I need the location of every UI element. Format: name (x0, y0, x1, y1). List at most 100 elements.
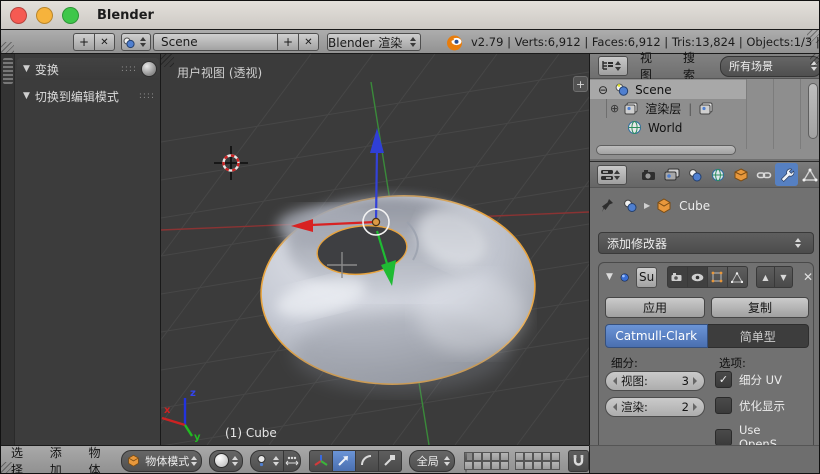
viewport-visibility-toggle[interactable] (688, 266, 708, 288)
subdivide-uv-checkbox[interactable]: ✓ 细分 UV (715, 371, 782, 388)
minimize-window-icon[interactable] (36, 7, 53, 24)
blender-window: Blender + ✕ Scene + ✕ Blender 渲染 v2.79 |… (0, 0, 820, 474)
menu-add[interactable]: 添加 (50, 444, 69, 474)
tab-render[interactable] (637, 163, 660, 186)
properties-editor-type-button[interactable] (597, 165, 627, 185)
mode-select[interactable]: 物体模式 (121, 450, 201, 472)
panel-expand-icon[interactable]: ▼ (23, 64, 30, 74)
move-modifier-up-button[interactable]: ▲ (756, 266, 775, 288)
open-properties-region-button[interactable]: + (573, 76, 588, 92)
tab-world[interactable] (706, 163, 729, 186)
tab-object[interactable] (729, 163, 752, 186)
render-subdivisions-field[interactable]: 渲染: 2 (605, 397, 705, 417)
tool-shelf-tab-strip[interactable] (1, 54, 15, 445)
transform-orientation-select[interactable]: 全局 (409, 450, 456, 472)
increment-arrow-icon[interactable] (693, 403, 697, 411)
add-screen-button[interactable]: + (73, 33, 94, 51)
window-resize-grip[interactable] (807, 30, 820, 43)
scene-icon (122, 36, 135, 49)
optimal-display-checkbox[interactable]: 优化显示 (715, 397, 785, 414)
panel-drag-grip[interactable]: :::: (139, 91, 155, 101)
layers-group-1[interactable] (464, 452, 509, 470)
layers-group-2[interactable] (515, 452, 560, 470)
tab-object-data[interactable] (798, 163, 820, 186)
rotate-manipulator-button[interactable] (356, 450, 379, 472)
panel-pin-ball-icon[interactable] (141, 61, 157, 77)
delete-scene-button[interactable]: ✕ (298, 33, 319, 51)
dropdown-arrows-icon (615, 61, 621, 71)
delete-modifier-button[interactable]: ✕ (803, 270, 813, 284)
render-visibility-toggle[interactable] (667, 266, 688, 288)
panel-drag-grip[interactable]: :::: (121, 64, 137, 74)
region-corner-grip[interactable] (161, 54, 174, 67)
modifier-expand-icon[interactable]: ▼ (606, 272, 613, 282)
outliner-vertical-scrollbar[interactable] (808, 83, 818, 139)
panel-transform[interactable]: ▼ 变换 :::: (17, 58, 159, 80)
window-resize-grip[interactable] (1, 462, 14, 474)
outliner-item-scene[interactable]: ⊖ Scene (590, 80, 746, 99)
snap-toggle-button[interactable] (568, 450, 589, 472)
view-subdivisions-field[interactable]: 视图: 3 (605, 371, 705, 391)
translate-manipulator-button[interactable] (333, 450, 356, 472)
manipulator-z-arrow[interactable] (370, 128, 384, 153)
outliner-editor-type-button[interactable] (598, 56, 628, 76)
render-layers-icon (664, 168, 680, 182)
scene-icon[interactable] (622, 198, 638, 213)
panel-toggle-editmode[interactable]: ▼ 切换到编辑模式 :::: (17, 85, 159, 107)
outliner-horizontal-scrollbar[interactable] (596, 145, 736, 155)
layer-1-active[interactable] (464, 452, 473, 461)
dropdown-arrows-icon (191, 456, 197, 466)
increment-arrow-icon[interactable] (693, 377, 697, 385)
expand-icon[interactable]: ⊕ (610, 102, 619, 115)
modifier-name-field[interactable]: Su (636, 267, 657, 288)
panel-expand-icon[interactable]: ▼ (23, 91, 30, 101)
tab-render-layers[interactable] (660, 163, 683, 186)
viewport-3d[interactable]: z x y 用户视图 (透视) (1) Cube + (161, 54, 589, 445)
catmull-clark-option[interactable]: Catmull-Clark (605, 324, 708, 348)
camera-icon (671, 272, 683, 282)
editmode-cage-icon (711, 271, 723, 283)
cage-edit-toggle[interactable] (728, 266, 748, 288)
eye-icon (691, 273, 704, 282)
subsurf-icon (620, 270, 629, 285)
simple-option[interactable]: 简单型 (708, 324, 810, 348)
collapse-icon[interactable]: ⊖ (598, 83, 608, 97)
outliner-menu-view[interactable]: 视图 (640, 49, 663, 83)
scene-icon (687, 168, 703, 182)
cursor-3d[interactable] (214, 146, 248, 180)
outliner-item-world[interactable]: World (590, 118, 740, 137)
region-collapse-icon[interactable] (3, 58, 13, 84)
browse-scene-button[interactable] (121, 33, 151, 51)
manipulator-toggle-button[interactable] (309, 450, 333, 472)
outliner-menu-search[interactable]: 搜索 (683, 49, 706, 83)
move-modifier-down-button[interactable]: ▼ (775, 266, 793, 288)
tab-scene[interactable] (683, 163, 706, 186)
maximize-window-icon[interactable] (62, 7, 79, 24)
menu-object[interactable]: 物体 (89, 444, 108, 474)
outliner-item-renderlayers[interactable]: ⊕ 渲染层 | (590, 99, 740, 118)
tab-modifiers[interactable] (775, 163, 798, 186)
modifier-visibility-toggles (667, 266, 748, 288)
delete-screen-button[interactable]: ✕ (94, 33, 115, 51)
copy-modifier-button[interactable]: 复制 (711, 297, 809, 318)
cube-object[interactable] (256, 189, 539, 392)
add-modifier-select[interactable]: 添加修改器 (598, 232, 814, 254)
scene-name-field[interactable]: Scene (153, 33, 277, 51)
outliner-display-filter-select[interactable]: 所有场景 (720, 56, 820, 77)
pin-icon[interactable] (600, 198, 614, 213)
decrement-arrow-icon[interactable] (613, 403, 617, 411)
pivot-point-select[interactable] (250, 450, 284, 472)
close-window-icon[interactable] (10, 7, 27, 24)
add-scene-button[interactable]: + (277, 33, 298, 51)
render-engine-select[interactable]: Blender 渲染 (327, 33, 421, 51)
editmode-visibility-toggle[interactable] (708, 266, 728, 288)
viewport-canvas[interactable]: z x y (161, 54, 589, 445)
apply-modifier-button[interactable]: 应用 (605, 297, 705, 318)
decrement-arrow-icon[interactable] (613, 377, 617, 385)
manipulate-center-points-toggle[interactable] (284, 450, 301, 472)
viewport-shading-select[interactable] (209, 450, 243, 472)
scale-manipulator-button[interactable] (379, 450, 402, 472)
region-corner-grip[interactable] (810, 54, 820, 66)
tab-constraints[interactable] (752, 163, 775, 186)
window-resize-grip[interactable] (1, 42, 14, 54)
